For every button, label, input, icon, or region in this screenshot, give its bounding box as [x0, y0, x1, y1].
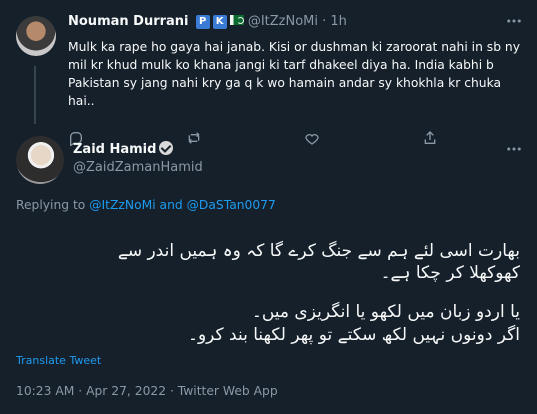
retweet-icon[interactable] — [186, 130, 202, 146]
like-icon[interactable] — [304, 130, 320, 146]
share-icon[interactable] — [422, 130, 438, 146]
pakistan-flag-icon — [229, 15, 244, 25]
verified-icon — [159, 141, 174, 155]
avatar-zaid-hamid[interactable] — [16, 136, 64, 184]
more-horizontal-icon[interactable] — [505, 12, 523, 34]
replying-user-1[interactable]: @ItZzNoMi — [89, 198, 155, 212]
thread-line — [34, 66, 36, 124]
tweet-meta[interactable]: 10:23 AM · Apr 27, 2022 · Twitter Web Ap… — [16, 384, 278, 398]
reply-author-handle[interactable]: @ItZzNoMi — [248, 14, 318, 29]
replying-to-line: Replying to @ItZzNoMi and @DaSTan0077 — [16, 198, 276, 212]
urdu-line-3: یا اردو زبان میں لکھو یا انگریزی میں۔ — [251, 302, 520, 322]
urdu-line-1: بھارت اسی لئے ہم سے جنگ کرے گا کہ وہ ہمی… — [117, 241, 520, 261]
p-badge: P — [195, 15, 210, 29]
avatar-nouman-durrani[interactable] — [16, 16, 56, 56]
time-separator: · — [322, 14, 327, 29]
main-author-handle[interactable]: @ZaidZamanHamid — [73, 160, 203, 175]
urdu-line-4: اگر دونوں نہیں لکھ سکتے تو پھر لکھنا بند… — [187, 325, 520, 345]
replying-user-2[interactable]: @DaSTan0077 — [187, 198, 276, 212]
replying-and: and — [159, 198, 183, 212]
translate-tweet-link[interactable]: Translate Tweet — [16, 354, 101, 367]
main-author-name[interactable]: Zaid Hamid — [73, 142, 156, 157]
reply-author-name[interactable]: Nouman Durrani — [68, 14, 189, 29]
main-author-name-row: Zaid Hamid — [73, 141, 174, 157]
reply-tweet-header: Nouman Durrani PK @ItZzNoMi · 1h — [68, 14, 347, 29]
reply-tweet-text: Mulk ka rape ho gaya hai janab. Kisi or … — [68, 40, 520, 108]
urdu-line-2: کھوکھلا کر چکا ہے۔ — [380, 263, 520, 283]
more-horizontal-icon[interactable] — [505, 140, 523, 162]
replying-to-label: Replying to — [16, 198, 86, 212]
k-badge: K — [212, 15, 227, 29]
reply-time[interactable]: 1h — [330, 14, 347, 29]
